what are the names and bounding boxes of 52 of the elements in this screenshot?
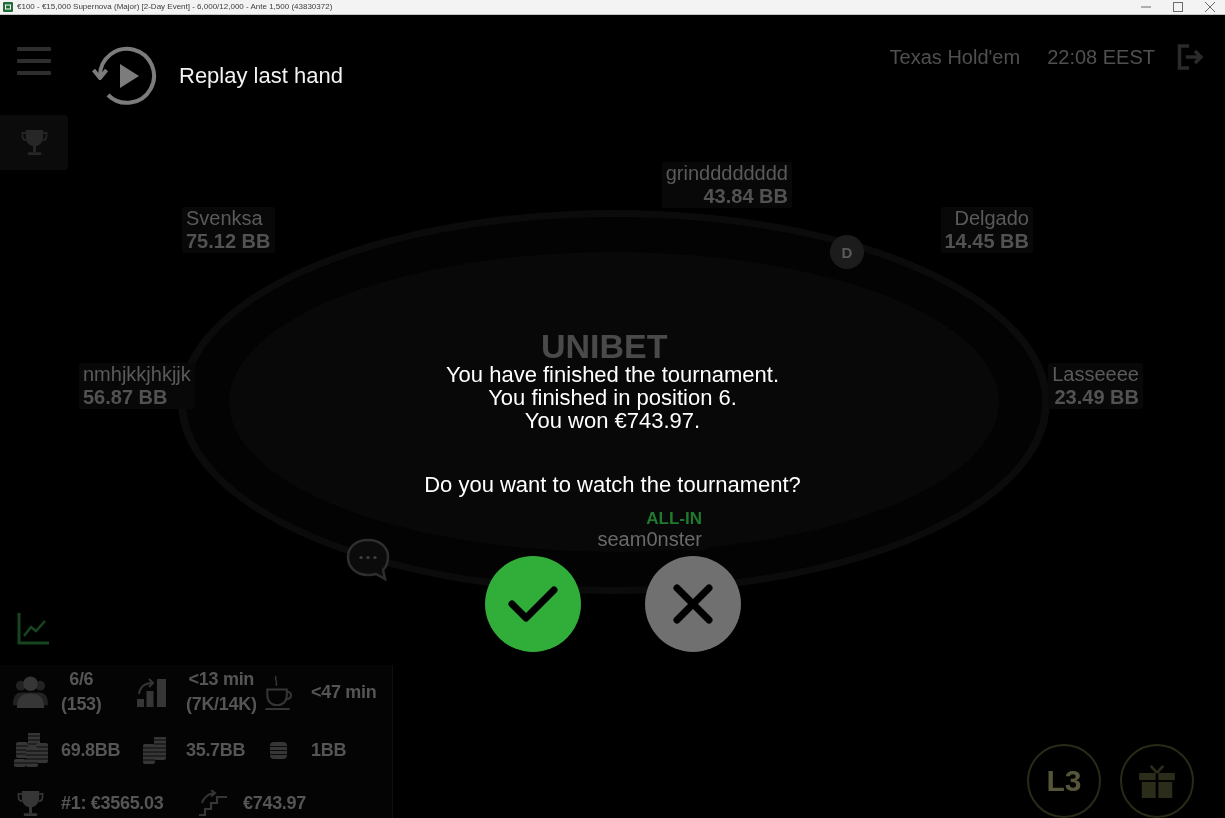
player-name: grindddddddd bbox=[665, 162, 788, 185]
bar-chart-icon bbox=[137, 677, 167, 707]
clock-text: 22:08 EEST bbox=[1047, 45, 1155, 69]
trophy-button[interactable] bbox=[0, 115, 68, 170]
cup-icon bbox=[265, 674, 293, 710]
close-icon bbox=[672, 584, 713, 624]
gift-button[interactable] bbox=[1120, 744, 1194, 818]
stat-value: 35.7BB bbox=[186, 738, 246, 762]
player-stack: 23.49 BB bbox=[1053, 386, 1139, 409]
player-stack: 56.87 BB bbox=[83, 386, 169, 409]
trophy-icon bbox=[20, 129, 48, 156]
table-logo: UNIBET bbox=[541, 329, 668, 363]
result-message: You won €743.97. bbox=[524, 409, 701, 432]
people-icon bbox=[13, 673, 48, 711]
all-in-label: ALL-IN bbox=[645, 508, 702, 529]
stat-value: 6/6 bbox=[69, 668, 94, 691]
player-name: seam0nster bbox=[597, 529, 702, 550]
stat-value: €743.97 bbox=[243, 791, 306, 815]
chip-stacks-icon bbox=[142, 736, 167, 764]
stat-value: 69.8BB bbox=[61, 738, 121, 762]
player-stack: 14.45 BB bbox=[944, 230, 1029, 253]
window-title: €100 - €15,000 Supernova (Major) [2-Day Event] - 6,000/12,000 - Ante 1,500 (43830372) bbox=[17, 1, 333, 13]
stat-value: (153) bbox=[61, 693, 102, 716]
stat-value: (7K/14K) bbox=[186, 693, 257, 716]
exit-icon[interactable] bbox=[1177, 44, 1204, 70]
stat-value: 1BB bbox=[311, 738, 347, 762]
stairs-icon bbox=[198, 790, 228, 816]
player-stack: 75.12 BB bbox=[186, 230, 271, 253]
game-type-label: Texas Hold'em bbox=[889, 45, 1021, 69]
result-message: You finished in position 6. bbox=[488, 386, 737, 409]
check-icon bbox=[507, 585, 558, 623]
player-stack: 43.84 BB bbox=[702, 185, 788, 208]
chip-stacks-icon bbox=[13, 733, 49, 767]
replay-icon bbox=[92, 45, 158, 107]
gift-icon bbox=[1139, 764, 1175, 798]
player-name: Delgado bbox=[953, 207, 1029, 230]
player-name: Lasseeee bbox=[1052, 363, 1139, 386]
player-name: nmhjkkjhkjjk bbox=[83, 363, 191, 386]
replay-button[interactable]: Replay last hand bbox=[92, 45, 343, 107]
trophy-icon bbox=[17, 789, 44, 817]
chat-icon[interactable] bbox=[345, 537, 391, 581]
player-name: Svenksa bbox=[186, 207, 264, 230]
watch-question: Do you want to watch the tournament? bbox=[424, 473, 801, 496]
stat-value: <13 min bbox=[188, 668, 255, 691]
close-icon[interactable] bbox=[1205, 2, 1215, 12]
chip-stack-icon bbox=[270, 741, 287, 759]
stat-value: <47 min bbox=[311, 680, 377, 704]
stat-value: #1: €3565.03 bbox=[61, 791, 164, 815]
line-chart-icon[interactable] bbox=[17, 612, 50, 645]
maximize-icon[interactable] bbox=[1173, 2, 1183, 12]
result-message: You have finished the tournament. bbox=[445, 363, 780, 386]
menu-icon[interactable] bbox=[17, 47, 51, 75]
